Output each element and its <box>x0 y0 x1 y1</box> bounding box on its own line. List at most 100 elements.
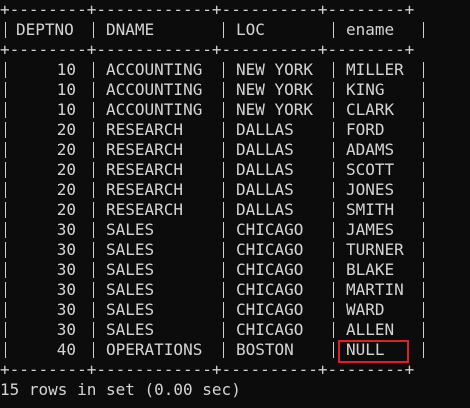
column-divider <box>93 202 94 218</box>
column-divider <box>423 142 424 158</box>
column-divider <box>93 142 94 158</box>
cell-dname: RESEARCH <box>106 180 184 199</box>
header-ename: ename <box>346 20 395 39</box>
header-dname: DNAME <box>106 20 155 39</box>
cell-dname: OPERATIONS <box>106 340 203 359</box>
column-divider <box>93 102 94 118</box>
column-divider <box>333 202 334 218</box>
column-divider <box>5 142 6 158</box>
cell-dname: SALES <box>106 260 155 279</box>
column-divider <box>333 182 334 198</box>
column-divider <box>423 122 424 138</box>
cell-dname: RESEARCH <box>106 160 184 179</box>
column-divider <box>333 342 334 358</box>
column-divider <box>423 102 424 118</box>
column-divider <box>5 222 6 238</box>
cell-loc: CHICAGO <box>236 260 304 279</box>
cell-deptno: 30 <box>56 280 76 299</box>
cell-dname: RESEARCH <box>106 200 184 219</box>
cell-ename: WARD <box>346 300 385 319</box>
table-top-border: +--------+------------+----------+------… <box>0 0 415 19</box>
column-divider <box>93 242 94 258</box>
cell-dname: RESEARCH <box>106 140 184 159</box>
column-divider <box>5 262 6 278</box>
column-divider <box>333 242 334 258</box>
column-divider <box>333 282 334 298</box>
column-divider <box>5 342 6 358</box>
column-divider <box>93 162 94 178</box>
column-divider <box>93 82 94 98</box>
column-divider <box>333 322 334 338</box>
column-divider <box>333 62 334 78</box>
cell-deptno: 10 <box>56 80 76 99</box>
column-divider <box>333 262 334 278</box>
cell-deptno: 20 <box>56 180 76 199</box>
column-divider <box>423 162 424 178</box>
cell-deptno: 30 <box>56 300 76 319</box>
column-divider <box>423 342 424 358</box>
column-divider <box>5 82 6 98</box>
column-divider <box>223 342 224 358</box>
cell-dname: SALES <box>106 320 155 339</box>
column-divider <box>93 302 94 318</box>
column-divider <box>423 262 424 278</box>
cell-loc: NEW YORK <box>236 100 314 119</box>
column-divider <box>223 282 224 298</box>
cell-deptno: 30 <box>56 240 76 259</box>
cell-dname: SALES <box>106 300 155 319</box>
column-divider <box>333 162 334 178</box>
cell-ename: CLARK <box>346 100 395 119</box>
column-divider <box>223 102 224 118</box>
column-divider <box>423 62 424 78</box>
column-divider <box>223 242 224 258</box>
terminal-window[interactable]: +--------+------------+----------+------… <box>0 0 470 408</box>
cell-dname: ACCOUNTING <box>106 80 203 99</box>
cell-deptno: 30 <box>56 220 76 239</box>
column-divider <box>93 62 94 78</box>
cell-loc: DALLAS <box>236 160 294 179</box>
column-divider <box>423 282 424 298</box>
column-divider <box>223 162 224 178</box>
result-status: 15 rows in set (0.00 sec) <box>0 380 241 399</box>
column-divider <box>333 22 334 38</box>
column-divider <box>5 302 6 318</box>
column-divider <box>5 282 6 298</box>
cell-deptno: 40 <box>56 340 76 359</box>
column-divider <box>223 62 224 78</box>
column-divider <box>93 222 94 238</box>
column-divider <box>423 322 424 338</box>
cell-ename: JAMES <box>346 220 395 239</box>
column-divider <box>5 162 6 178</box>
column-divider <box>423 222 424 238</box>
column-divider <box>223 222 224 238</box>
column-divider <box>93 182 94 198</box>
cell-ename: ALLEN <box>346 320 395 339</box>
null-highlight-box <box>338 340 409 363</box>
column-divider <box>93 122 94 138</box>
cell-ename: SMITH <box>346 200 395 219</box>
cell-ename: FORD <box>346 120 385 139</box>
column-divider <box>223 262 224 278</box>
column-divider <box>423 182 424 198</box>
column-divider <box>223 142 224 158</box>
cell-deptno: 30 <box>56 260 76 279</box>
column-divider <box>423 82 424 98</box>
column-divider <box>333 142 334 158</box>
column-divider <box>223 122 224 138</box>
column-divider <box>5 102 6 118</box>
column-divider <box>5 62 6 78</box>
cell-deptno: 20 <box>56 200 76 219</box>
column-divider <box>223 202 224 218</box>
cell-deptno: 20 <box>56 140 76 159</box>
table-bottom-border: +--------+------------+----------+------… <box>0 360 415 379</box>
cell-loc: DALLAS <box>236 120 294 139</box>
cell-dname: ACCOUNTING <box>106 60 203 79</box>
cell-loc: CHICAGO <box>236 280 304 299</box>
cell-dname: ACCOUNTING <box>106 100 203 119</box>
cell-ename: ADAMS <box>346 140 395 159</box>
cell-ename: SCOTT <box>346 160 395 179</box>
cell-dname: RESEARCH <box>106 120 184 139</box>
column-divider <box>223 22 224 38</box>
column-divider <box>423 302 424 318</box>
cell-loc: CHICAGO <box>236 300 304 319</box>
